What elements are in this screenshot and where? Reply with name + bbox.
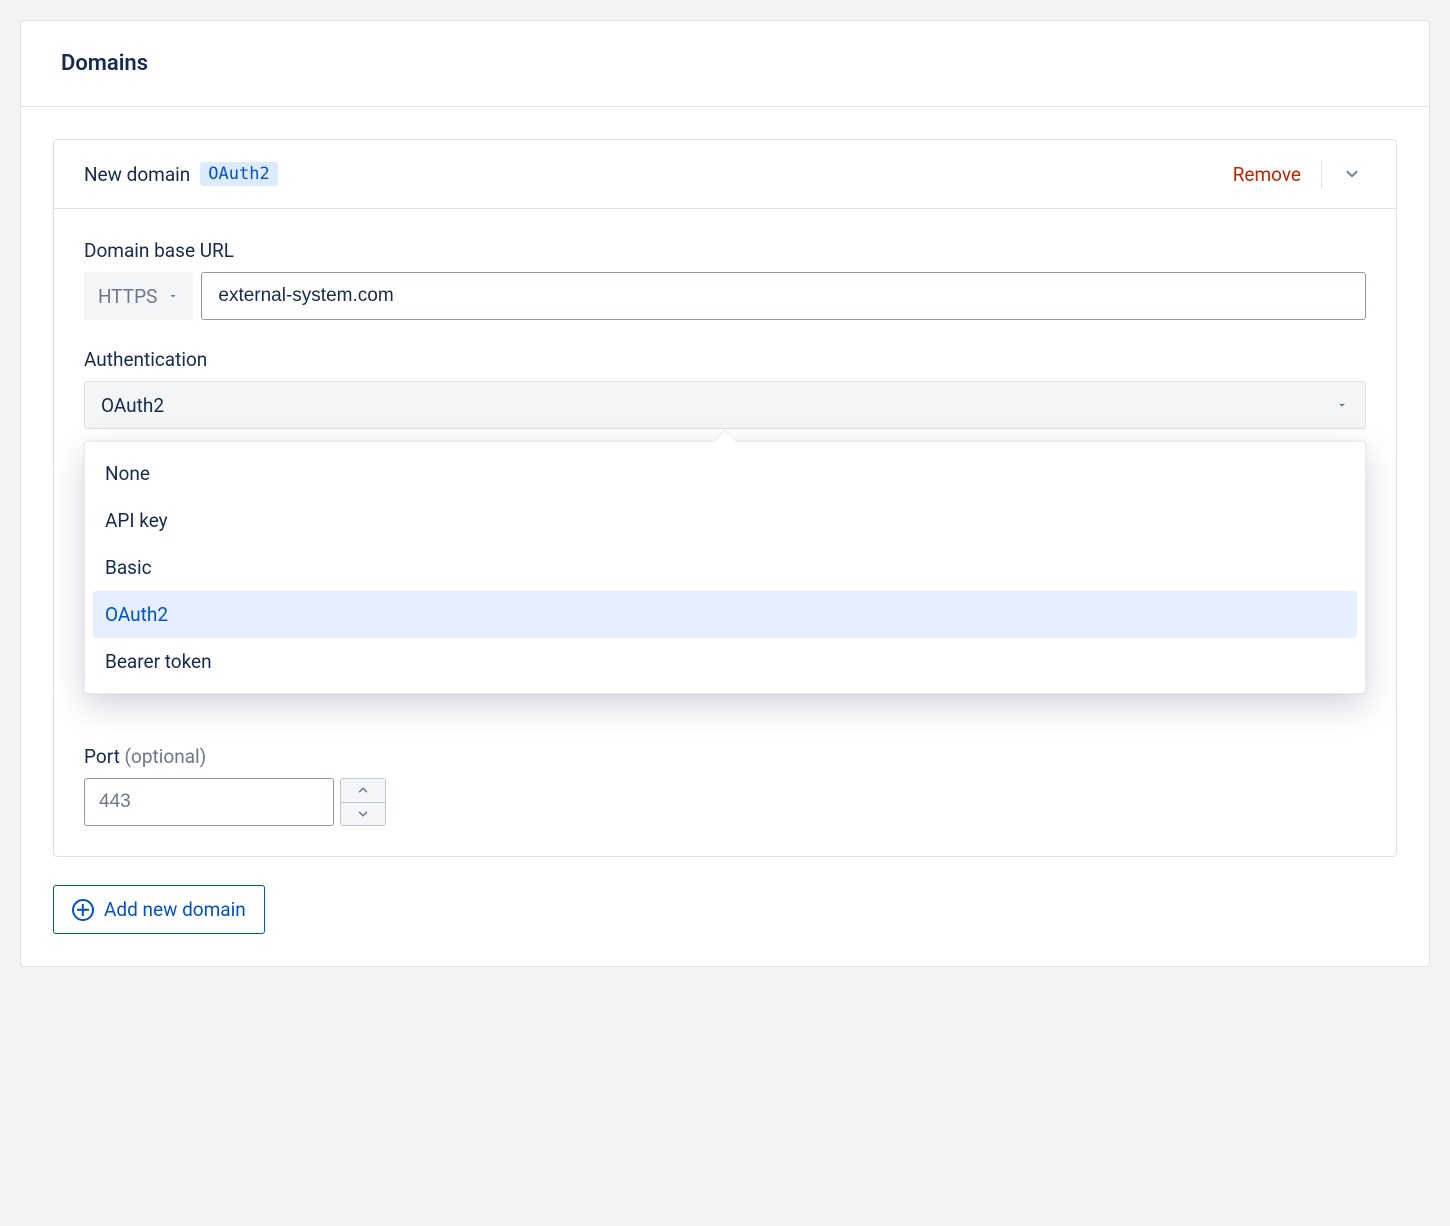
port-label: Port (optional) bbox=[84, 745, 1366, 768]
port-step-down[interactable] bbox=[341, 802, 385, 826]
add-domain-label: Add new domain bbox=[104, 898, 246, 921]
base-url-label: Domain base URL bbox=[84, 239, 1366, 262]
port-optional-text: (optional) bbox=[125, 745, 207, 768]
port-step-up[interactable] bbox=[341, 779, 385, 802]
auth-select[interactable]: OAuth2 bbox=[84, 381, 1366, 429]
divider bbox=[1321, 160, 1322, 188]
caret-down-icon bbox=[1335, 398, 1349, 412]
add-domain-button[interactable]: Add new domain bbox=[53, 885, 265, 934]
domain-card-header: New domain OAuth2 Remove bbox=[54, 140, 1396, 209]
auth-selected-value: OAuth2 bbox=[101, 394, 164, 417]
caret-down-icon bbox=[167, 290, 179, 302]
chevron-up-icon bbox=[356, 783, 370, 797]
plus-circle-icon bbox=[72, 899, 94, 921]
port-input[interactable] bbox=[84, 778, 334, 826]
port-stepper bbox=[340, 778, 386, 826]
protocol-select[interactable]: HTTPS bbox=[84, 272, 193, 320]
auth-label: Authentication bbox=[84, 348, 1366, 371]
domain-card: New domain OAuth2 Remove Domain base URL… bbox=[53, 139, 1397, 857]
auth-option-none[interactable]: None bbox=[93, 450, 1357, 497]
domain-title: New domain bbox=[84, 163, 190, 186]
port-label-text: Port bbox=[84, 745, 120, 768]
auth-option-bearer[interactable]: Bearer token bbox=[93, 638, 1357, 685]
protocol-value: HTTPS bbox=[98, 285, 157, 308]
chevron-down-icon bbox=[1343, 165, 1361, 183]
base-url-input[interactable] bbox=[201, 272, 1366, 320]
auth-option-oauth2[interactable]: OAuth2 bbox=[93, 591, 1357, 638]
remove-button[interactable]: Remove bbox=[1233, 163, 1321, 186]
chevron-down-icon bbox=[356, 807, 370, 821]
collapse-toggle[interactable] bbox=[1338, 160, 1366, 188]
auth-dropdown: None API key Basic OAuth2 Bearer token bbox=[84, 441, 1366, 694]
auth-option-apikey[interactable]: API key bbox=[93, 497, 1357, 544]
panel-header: Domains bbox=[21, 21, 1429, 107]
page-title: Domains bbox=[61, 51, 1389, 76]
auth-badge: OAuth2 bbox=[200, 162, 277, 186]
auth-option-basic[interactable]: Basic bbox=[93, 544, 1357, 591]
domains-panel: Domains New domain OAuth2 Remove Domain … bbox=[20, 20, 1430, 967]
